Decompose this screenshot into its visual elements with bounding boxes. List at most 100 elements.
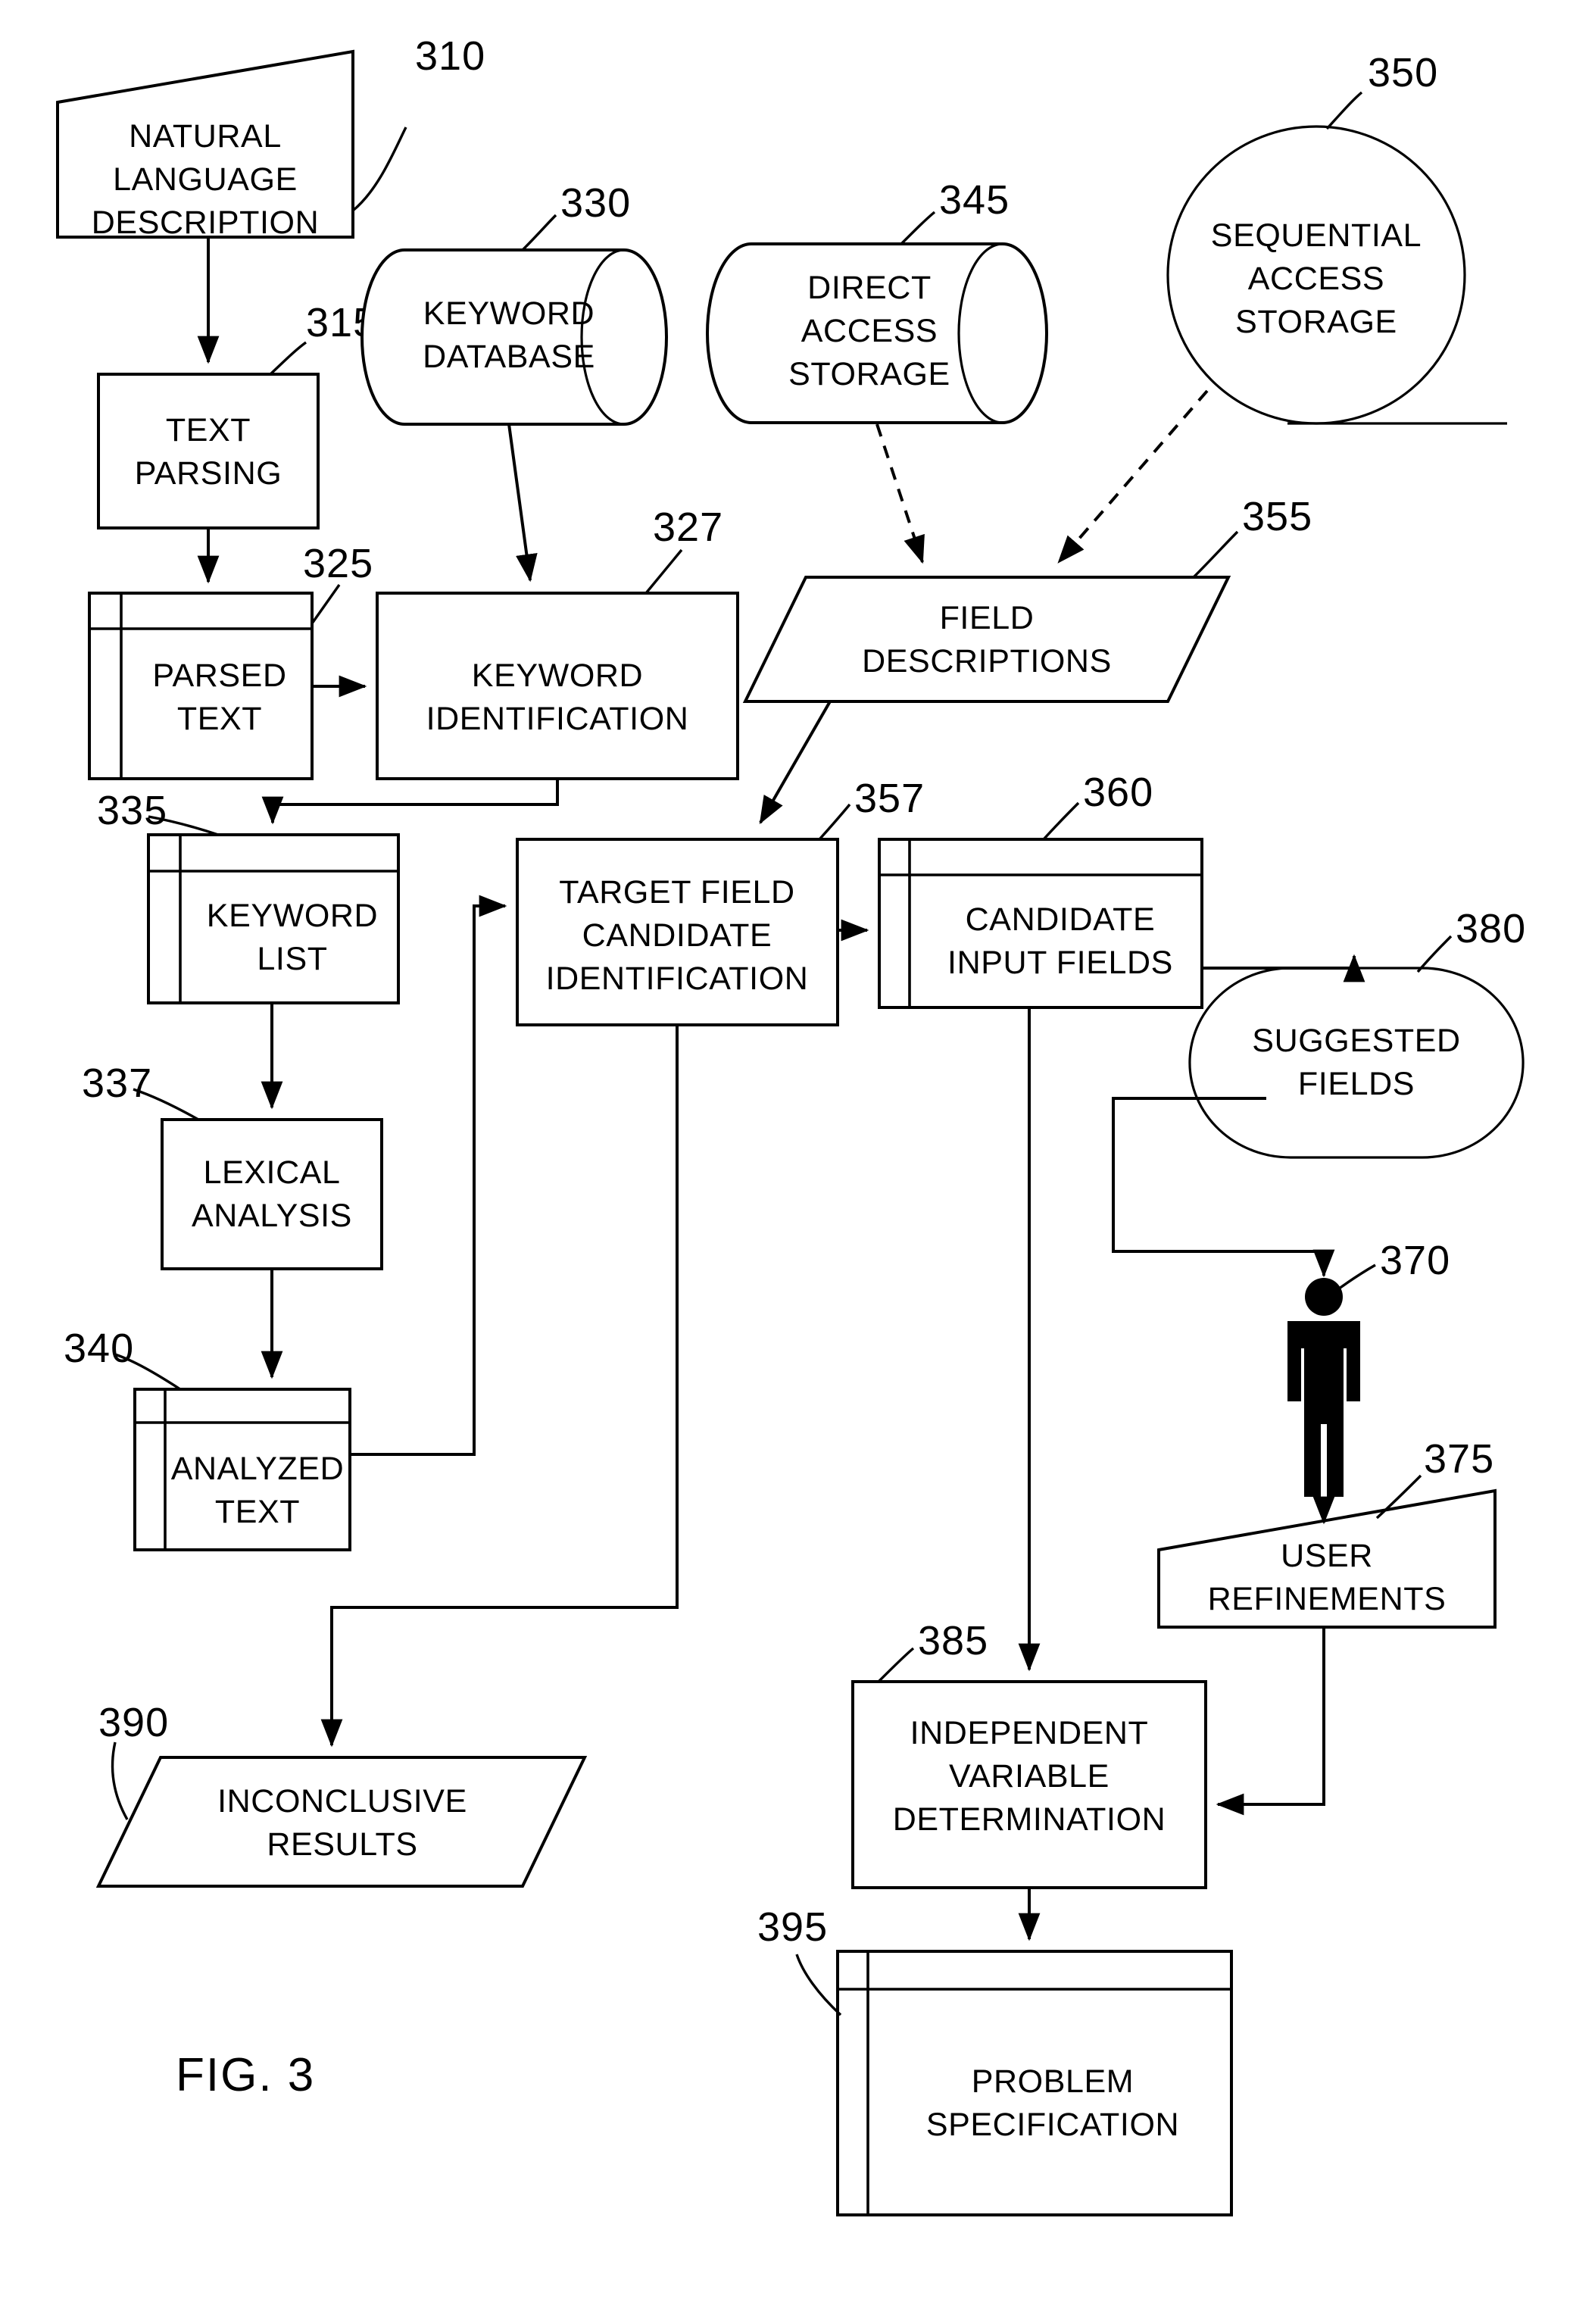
ref-leader-357 xyxy=(818,803,851,841)
node-direct-access-storage[interactable]: DIRECT ACCESS STORAGE xyxy=(706,242,1048,424)
ref-number-330: 330 xyxy=(560,180,631,226)
node-label-line: STORAGE xyxy=(788,356,950,392)
ref-leader-380 xyxy=(1416,935,1453,973)
node-inconclusive-results[interactable]: INCONCLUSIVE RESULTS xyxy=(95,1756,588,1888)
node-label-line: SEQUENTIAL xyxy=(1211,217,1422,254)
ref-leader-395 xyxy=(795,1954,842,2016)
ref-leader-350 xyxy=(1325,91,1363,130)
node-label-line: ACCESS xyxy=(801,313,938,349)
node-text-parsing[interactable]: TEXT PARSING xyxy=(97,373,320,529)
node-label-line: TARGET FIELD xyxy=(559,874,794,911)
node-label-line: TEXT xyxy=(177,701,262,737)
node-label-line: LIST xyxy=(257,941,327,977)
node-label-line: TEXT xyxy=(215,1494,300,1530)
node-keyword-database[interactable]: KEYWORD DATABASE xyxy=(360,248,668,426)
ref-leader-325 xyxy=(311,584,341,624)
node-label-line: PROBLEM xyxy=(972,2063,1134,2100)
node-label-line: PARSING xyxy=(135,455,282,492)
edge-user-refinements-to-independent-variable xyxy=(1216,1627,1325,1816)
ref-leader-385 xyxy=(877,1647,915,1683)
edge-candidate-input-fields-to-suggested-fields xyxy=(1202,954,1365,982)
ref-leader-390 xyxy=(111,1741,129,1820)
ref-number-355: 355 xyxy=(1242,494,1312,539)
node-label-line: IDENTIFICATION xyxy=(426,701,689,737)
ref-number-345: 345 xyxy=(939,177,1010,223)
node-label-line: INCONCLUSIVE xyxy=(217,1783,467,1820)
node-label-line: LEXICAL xyxy=(203,1154,340,1191)
ref-number-395: 395 xyxy=(757,1904,828,1950)
node-label-line: INPUT FIELDS xyxy=(947,945,1173,981)
node-target-field-candidate-identification[interactable]: TARGET FIELD CANDIDATE IDENTIFICATION xyxy=(516,838,839,1026)
node-label-line: SPECIFICATION xyxy=(926,2107,1179,2143)
ref-number-390: 390 xyxy=(98,1700,169,1745)
node-label-line: SUGGESTED xyxy=(1252,1023,1460,1059)
node-label-line: ACCESS xyxy=(1248,261,1384,297)
ref-number-325: 325 xyxy=(303,541,373,586)
ref-number-337: 337 xyxy=(82,1060,152,1106)
node-label-line: NATURAL xyxy=(129,118,282,155)
flowchart-canvas: NATURAL LANGUAGE DESCRIPTION 310 TEXT PA… xyxy=(56,33,1526,2216)
node-label-line: DESCRIPTIONS xyxy=(862,643,1112,679)
node-label-line: TEXT xyxy=(166,412,251,448)
ref-number-380: 380 xyxy=(1456,906,1526,951)
node-label-line: CANDIDATE xyxy=(966,901,1156,938)
node-natural-language-description[interactable]: NATURAL LANGUAGE DESCRIPTION xyxy=(56,49,354,241)
node-label-line: ANALYZED xyxy=(171,1451,345,1487)
node-label-line: FIELDS xyxy=(1298,1066,1415,1102)
node-user-refinements[interactable]: USER REFINEMENTS xyxy=(1157,1488,1497,1629)
edge-sequential-access-storage-to-field-descriptions xyxy=(1057,389,1209,564)
node-label-line: VARIABLE xyxy=(949,1758,1110,1795)
ref-leader-360 xyxy=(1042,801,1080,841)
ref-leader-345 xyxy=(900,211,936,245)
node-suggested-fields[interactable]: SUGGESTED FIELDS xyxy=(1188,967,1525,1159)
node-label-line: DATABASE xyxy=(423,339,595,375)
node-keyword-identification[interactable]: KEYWORD IDENTIFICATION xyxy=(376,592,739,780)
node-label-line: DESCRIPTION xyxy=(92,205,319,241)
ref-leader-327 xyxy=(644,548,683,595)
node-label-line: FIELD xyxy=(940,600,1035,636)
ref-leader-370 xyxy=(1335,1264,1376,1292)
edge-direct-access-storage-to-field-descriptions xyxy=(875,423,925,564)
ref-number-310: 310 xyxy=(415,33,485,79)
ref-leader-310 xyxy=(351,127,407,212)
edge-keyword-identification-to-keyword-list xyxy=(261,779,559,825)
node-label-line: KEYWORD xyxy=(472,658,643,694)
node-label-line: LANGUAGE xyxy=(113,161,298,198)
node-label-line: DETERMINATION xyxy=(893,1801,1166,1838)
edge-suggested-fields-to-user xyxy=(1112,1097,1335,1278)
node-field-descriptions[interactable]: FIELD DESCRIPTIONS xyxy=(742,576,1231,703)
node-label-line: INDEPENDENT xyxy=(910,1715,1149,1751)
node-user-person-icon[interactable] xyxy=(1287,1278,1360,1497)
ref-leader-355 xyxy=(1192,530,1239,579)
node-analyzed-text[interactable]: ANALYZED TEXT xyxy=(133,1388,351,1551)
node-lexical-analysis[interactable]: LEXICAL ANALYSIS xyxy=(161,1118,383,1270)
node-independent-variable-determination[interactable]: INDEPENDENT VARIABLE DETERMINATION xyxy=(851,1680,1207,1889)
ref-number-370: 370 xyxy=(1380,1238,1450,1283)
ref-number-335: 335 xyxy=(97,788,167,833)
ref-leader-315 xyxy=(269,341,307,376)
edge-keyword-database-to-keyword-identification xyxy=(507,423,538,583)
node-label-line: USER xyxy=(1281,1538,1373,1574)
node-label-line: ANALYSIS xyxy=(192,1198,352,1234)
edge-target-field-to-inconclusive-results xyxy=(320,1025,679,1748)
node-keyword-list[interactable]: KEYWORD LIST xyxy=(147,833,400,1004)
node-candidate-input-fields[interactable]: CANDIDATE INPUT FIELDS xyxy=(878,838,1203,1009)
ref-number-360: 360 xyxy=(1083,770,1153,815)
ref-number-350: 350 xyxy=(1368,50,1438,95)
ref-number-340: 340 xyxy=(64,1326,134,1371)
node-label-line: CANDIDATE xyxy=(582,917,772,954)
node-sequential-access-storage[interactable]: SEQUENTIAL ACCESS STORAGE xyxy=(1166,125,1466,425)
edge-field-descriptions-to-target-field xyxy=(759,701,832,825)
node-label-line: KEYWORD xyxy=(207,898,378,934)
node-problem-specification[interactable]: PROBLEM SPECIFICATION xyxy=(836,1950,1233,2216)
node-label-line: KEYWORD xyxy=(423,295,595,332)
ref-leader-330 xyxy=(521,214,557,251)
node-label-line: PARSED xyxy=(152,658,286,694)
figure-caption: FIG. 3 xyxy=(176,2049,315,2101)
ref-number-385: 385 xyxy=(918,1618,988,1663)
node-label-line: REFINEMENTS xyxy=(1208,1581,1447,1617)
patent-figure-3: NATURAL LANGUAGE DESCRIPTION 310 TEXT PA… xyxy=(0,0,1573,2324)
ref-number-375: 375 xyxy=(1424,1436,1494,1482)
node-label-line: STORAGE xyxy=(1235,304,1397,340)
node-parsed-text[interactable]: PARSED TEXT xyxy=(88,592,314,780)
